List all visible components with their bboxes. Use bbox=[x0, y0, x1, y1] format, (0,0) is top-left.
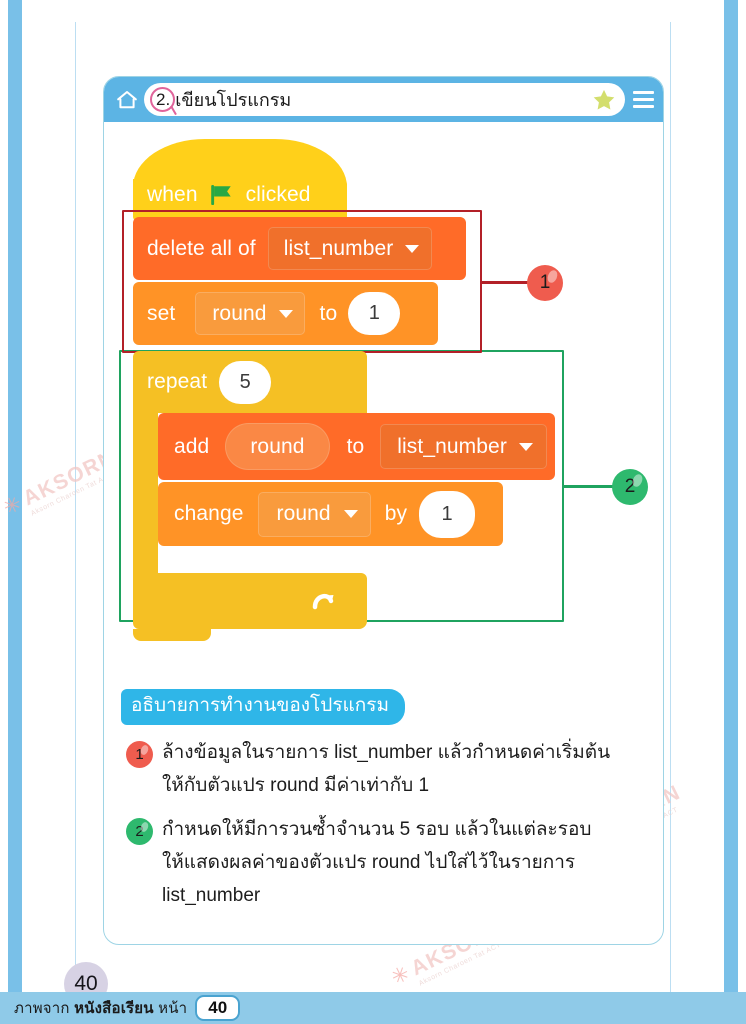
scratch-blocks-canvas: when clicked delete all of list_number s… bbox=[104, 122, 663, 944]
repeat-block-header: repeat 5 bbox=[133, 351, 367, 413]
page-frame-left-band bbox=[8, 0, 22, 992]
card-header: 2. เขียนโปรแกรม bbox=[104, 77, 663, 122]
add-to-label: to bbox=[346, 434, 365, 458]
green-flag-icon bbox=[210, 185, 231, 205]
page-frame-top-gap bbox=[0, 0, 702, 22]
annotation-marker-1: 1 bbox=[527, 265, 563, 301]
chevron-down-icon bbox=[343, 510, 358, 518]
block-add-to-list[interactable]: add round to list_number bbox=[158, 413, 555, 480]
page-frame-right-band bbox=[724, 0, 738, 992]
lesson-card: 2. เขียนโปรแกรม when clicked delete all … bbox=[103, 76, 664, 945]
annotation-box-1 bbox=[122, 210, 482, 353]
page-guide-line-left bbox=[75, 22, 76, 992]
explanation-line: ล้างข้อมูลในรายการ list_number แล้วกำหนด… bbox=[162, 742, 611, 763]
explanation-item: 2 กำหนดให้มีการวนซ้ำจำนวน 5 รอบ แล้วในแต… bbox=[126, 814, 646, 912]
change-value-input[interactable]: 1 bbox=[419, 490, 476, 538]
page-title-pill: 2. เขียนโปรแกรม bbox=[144, 83, 625, 116]
change-variable-value: round bbox=[276, 502, 331, 525]
source-caption: ภาพจาก หนังสือเรียน หน้า bbox=[14, 996, 187, 1020]
explanation-line: ให้แสดงผลค่าของตัวแปร round ไปใส่ไว้ในรา… bbox=[162, 852, 576, 874]
repeat-count-input[interactable]: 5 bbox=[219, 360, 272, 404]
hamburger-menu-icon[interactable] bbox=[633, 91, 654, 108]
add-variable-reporter[interactable]: round bbox=[225, 423, 330, 470]
add-list-dropdown[interactable]: list_number bbox=[380, 424, 547, 469]
explanation-bullet-2: 2 bbox=[126, 818, 153, 846]
star-icon[interactable] bbox=[591, 87, 617, 113]
explanation-item: 1 ล้างข้อมูลในรายการ list_number แล้วกำห… bbox=[126, 737, 646, 802]
repeat-block-arm bbox=[133, 413, 158, 573]
caption-book: หนังสือเรียน bbox=[74, 1000, 154, 1017]
explanation-bullet-1: 1 bbox=[126, 741, 153, 768]
source-page-number: 40 bbox=[195, 994, 241, 1022]
explanation-text-2: กำหนดให้มีการวนซ้ำจำนวน 5 รอบ แล้วในแต่ล… bbox=[162, 814, 591, 912]
add-label: add bbox=[174, 434, 210, 458]
block-change-variable[interactable]: change round by 1 bbox=[158, 482, 503, 546]
annotation-line-2 bbox=[564, 485, 614, 488]
textbook-page: ✳AKSORNAksorn Charoen Tat ACT ✳AKSORNAks… bbox=[0, 0, 746, 1024]
explanation-line: ให้กับตัวแปร round มีค่าเท่ากับ 1 bbox=[162, 774, 430, 796]
annotation-line-1 bbox=[482, 281, 530, 284]
change-by-label: by bbox=[384, 502, 408, 525]
explanation-list: 1 ล้างข้อมูลในรายการ list_number แล้วกำห… bbox=[126, 737, 646, 924]
caption-suffix: หน้า bbox=[153, 1000, 188, 1017]
explanation-line: กำหนดให้มีการวนซ้ำจำนวน 5 รอบ แล้วในแต่ล… bbox=[162, 819, 592, 841]
add-variable-value: round bbox=[250, 434, 305, 458]
change-label: change bbox=[174, 502, 244, 525]
page-guide-line-right bbox=[670, 22, 671, 992]
explanation-heading: อธิบายการทำงานของโปรแกรม bbox=[121, 689, 406, 725]
page-title: เขียนโปรแกรม bbox=[175, 90, 292, 110]
chevron-down-icon bbox=[518, 442, 533, 451]
caption-prefix: ภาพจาก bbox=[14, 1000, 75, 1017]
change-variable-dropdown[interactable]: round bbox=[257, 491, 371, 537]
add-list-value: list_number bbox=[397, 434, 507, 458]
page-title-number: 2. bbox=[156, 89, 171, 109]
clicked-label: clicked bbox=[245, 183, 311, 206]
repeat-label: repeat bbox=[147, 370, 208, 393]
hat-block-label: when clicked bbox=[147, 183, 311, 207]
repeat-block-tail bbox=[133, 629, 211, 641]
explanation-line: list_number bbox=[162, 884, 261, 906]
source-caption-bar: ภาพจาก หนังสือเรียน หน้า 40 bbox=[0, 992, 746, 1024]
loop-arrow-icon bbox=[312, 593, 334, 610]
when-label: when bbox=[147, 183, 198, 206]
home-icon[interactable] bbox=[115, 88, 139, 112]
annotation-marker-2: 2 bbox=[612, 469, 648, 505]
explanation-text-1: ล้างข้อมูลในรายการ list_number แล้วกำหนด… bbox=[162, 737, 610, 802]
